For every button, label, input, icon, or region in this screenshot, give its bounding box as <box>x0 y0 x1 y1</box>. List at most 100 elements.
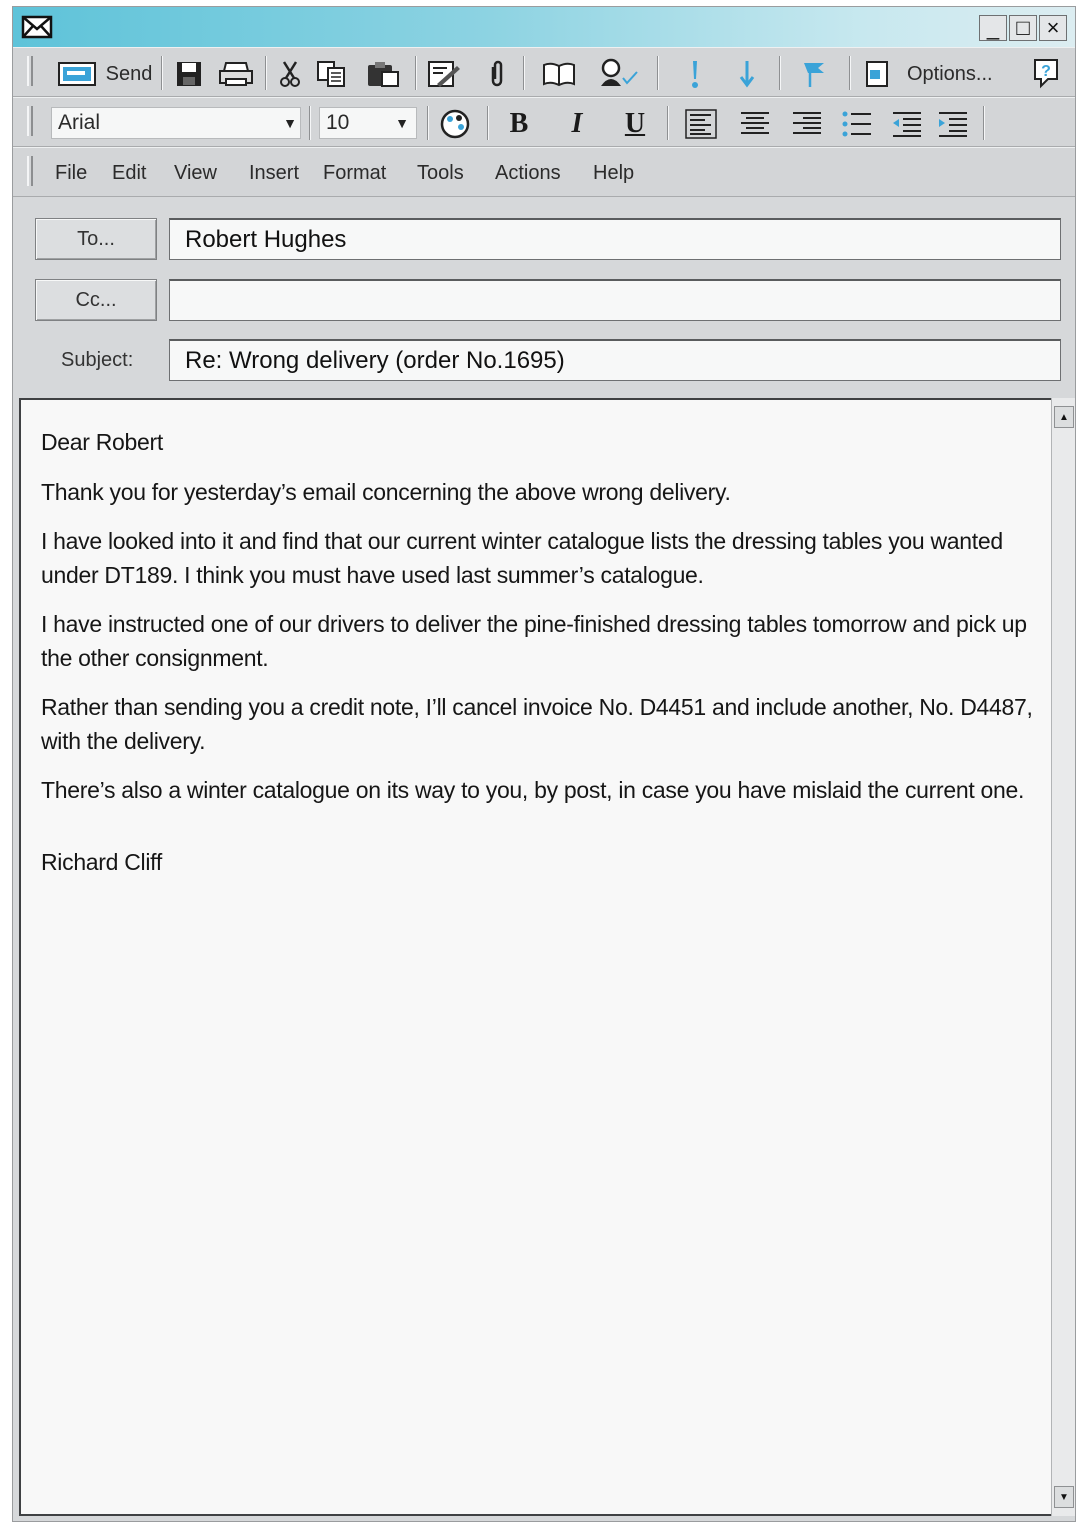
send-label: Send <box>105 62 153 85</box>
bullets-button[interactable] <box>839 108 875 140</box>
importance-high-icon <box>692 61 698 88</box>
print-button[interactable] <box>217 58 255 90</box>
formatting-toolbar: Arial ▼ 10 ▼ B I U <box>13 97 1075 147</box>
font-name-select[interactable]: Arial <box>51 107 301 139</box>
decrease-indent-button[interactable] <box>889 108 925 140</box>
toolbar-separator <box>487 106 489 140</box>
send-button[interactable]: Send <box>51 58 159 90</box>
toolbar-separator <box>849 56 851 90</box>
arrow-down-icon: ▼ <box>1059 1491 1069 1503</box>
cc-field[interactable] <box>169 279 1061 321</box>
toolbar-separator <box>427 106 429 140</box>
align-center-icon <box>741 112 769 134</box>
align-left-button[interactable] <box>683 108 719 140</box>
toolbar-separator <box>161 56 163 90</box>
menu-format[interactable]: Format <box>323 162 386 185</box>
envelope-icon <box>21 15 53 39</box>
standard-toolbar: Send Options... ? <box>13 47 1075 97</box>
cc-button[interactable]: Cc... <box>35 279 157 321</box>
toolbar-separator <box>415 56 417 90</box>
font-size-dropdown[interactable]: ▼ <box>391 107 413 139</box>
options-icon <box>866 61 888 87</box>
paste-button[interactable] <box>363 58 403 90</box>
title-bar[interactable]: _ □ × <box>13 7 1075 47</box>
align-right-icon <box>793 112 821 134</box>
menu-tools[interactable]: Tools <box>417 162 464 185</box>
options-button[interactable]: Options... <box>865 58 1005 90</box>
increase-indent-button[interactable] <box>935 108 971 140</box>
minimize-button[interactable]: _ <box>979 15 1007 41</box>
body-paragraph: I have instructed one of our drivers to … <box>41 611 1027 671</box>
send-icon <box>57 62 96 86</box>
toolbar-grip[interactable] <box>27 106 33 136</box>
menu-view[interactable]: View <box>174 162 217 185</box>
toolbar-separator <box>309 106 311 140</box>
align-center-button[interactable] <box>737 108 773 140</box>
message-body[interactable]: Dear Robert Thank you for yesterday’s em… <box>19 398 1051 1516</box>
check-names-button[interactable] <box>595 54 641 90</box>
print-icon <box>219 62 253 86</box>
copy-button[interactable] <box>313 58 349 90</box>
importance-low-button[interactable] <box>735 58 759 90</box>
bold-button[interactable]: B <box>503 107 535 141</box>
menu-file[interactable]: File <box>55 162 87 185</box>
toolbar-separator <box>779 56 781 90</box>
body-paragraph: Rather than sending you a credit note, I… <box>41 694 1033 754</box>
greeting: Dear Robert <box>41 429 163 455</box>
signature-icon <box>428 61 460 87</box>
scroll-down-button[interactable]: ▼ <box>1054 1486 1074 1508</box>
increase-indent-icon <box>939 112 967 137</box>
menu-help[interactable]: Help <box>593 162 634 185</box>
subject-field[interactable]: Re: Wrong delivery (order No.1695) <box>169 339 1061 381</box>
options-label: Options... <box>907 62 993 85</box>
close-button[interactable]: × <box>1039 15 1067 41</box>
chevron-down-icon: ▼ <box>395 115 409 131</box>
signature-button[interactable] <box>425 58 463 90</box>
importance-low-icon <box>739 61 755 88</box>
body-paragraph: I have looked into it and find that our … <box>41 528 1003 588</box>
attach-button[interactable] <box>483 58 511 90</box>
toolbar-separator <box>983 106 985 140</box>
toolbar-separator <box>523 56 525 90</box>
toolbar-grip[interactable] <box>27 156 33 186</box>
font-name-dropdown[interactable]: ▼ <box>279 107 301 139</box>
to-field[interactable]: Robert Hughes <box>169 218 1061 260</box>
vertical-scrollbar[interactable]: ▲ ▼ <box>1051 398 1075 1516</box>
importance-high-button[interactable] <box>683 58 707 90</box>
font-color-button[interactable] <box>437 107 473 141</box>
compose-window: _ □ × Send Options... ? Arial ▼ 10 ▼ B I… <box>12 6 1076 1522</box>
maximize-button[interactable]: □ <box>1009 15 1037 41</box>
font-name-value: Arial <box>58 111 101 134</box>
toolbar-separator <box>667 106 669 140</box>
subject-label: Subject: <box>61 349 134 371</box>
address-book-button[interactable] <box>539 58 579 90</box>
bullet-list-icon <box>842 111 871 137</box>
toolbar-separator <box>265 56 267 90</box>
menu-edit[interactable]: Edit <box>112 162 146 185</box>
save-button[interactable] <box>173 58 205 90</box>
cut-button[interactable] <box>275 58 305 90</box>
help-button[interactable]: ? <box>1031 56 1061 90</box>
toolbar-separator <box>657 56 659 90</box>
palette-icon <box>440 109 470 139</box>
help-icon: ? <box>1034 59 1058 89</box>
align-right-button[interactable] <box>789 108 825 140</box>
toolbar-grip[interactable] <box>27 56 33 86</box>
menu-actions[interactable]: Actions <box>495 162 561 185</box>
menu-insert[interactable]: Insert <box>249 162 299 185</box>
font-size-value: 10 <box>326 111 350 134</box>
arrow-up-icon: ▲ <box>1059 411 1069 423</box>
paste-icon <box>368 62 399 87</box>
body-paragraph: Thank you for yesterday’s email concerni… <box>41 478 731 505</box>
cut-icon <box>280 61 300 87</box>
save-icon <box>177 62 201 86</box>
flag-button[interactable] <box>797 58 831 90</box>
menu-bar: File Edit View Insert Format Tools Actio… <box>13 147 1075 197</box>
to-button[interactable]: To... <box>35 218 157 260</box>
underline-button[interactable]: U <box>619 107 651 141</box>
italic-button[interactable]: I <box>561 107 593 141</box>
align-left-icon <box>685 109 717 139</box>
copy-icon <box>317 61 345 87</box>
attach-icon <box>491 60 503 87</box>
scroll-up-button[interactable]: ▲ <box>1054 406 1074 428</box>
